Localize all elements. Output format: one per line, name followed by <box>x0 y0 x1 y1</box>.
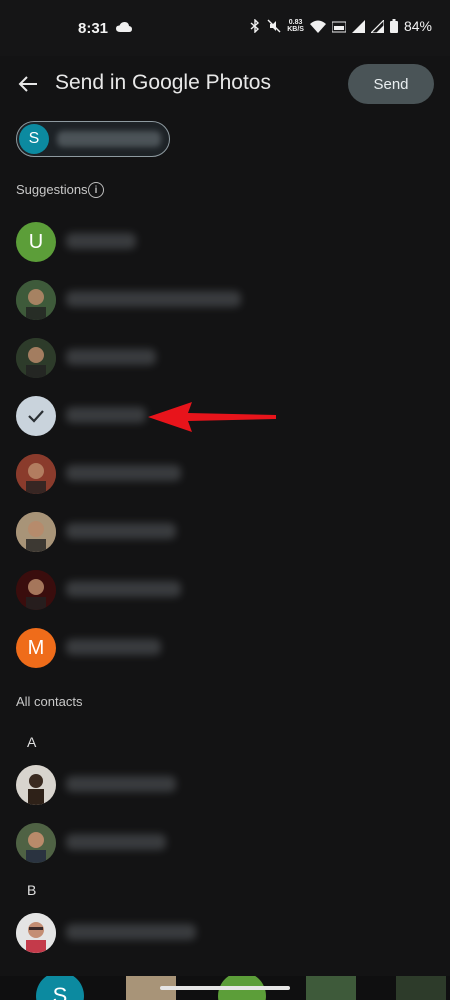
contact-avatar <box>16 823 56 863</box>
suggestion-row[interactable]: U <box>0 213 450 271</box>
contact-avatar <box>16 454 56 494</box>
section-letter-b: B <box>27 882 37 898</box>
contact-row[interactable] <box>0 904 450 962</box>
net-speed-value: 0.83 <box>288 19 303 26</box>
strip-avatar <box>306 976 356 1000</box>
signal-icon <box>351 19 365 33</box>
contact-avatar: M <box>16 628 56 668</box>
gesture-nav-bar[interactable] <box>160 986 290 990</box>
contact-row[interactable] <box>0 814 450 872</box>
annotation-arrow-icon <box>148 402 276 432</box>
cloud-icon <box>116 22 132 32</box>
contact-name-redacted <box>66 465 181 481</box>
contact-name-redacted <box>66 834 166 850</box>
suggestion-row[interactable] <box>0 445 450 503</box>
selected-check-avatar <box>16 396 56 436</box>
back-button[interactable] <box>14 70 42 98</box>
net-speed-unit: KB/S <box>287 26 304 33</box>
contact-avatar <box>16 338 56 378</box>
contact-name-redacted <box>66 776 176 792</box>
strip-avatar: S <box>36 976 84 1000</box>
contact-name-redacted <box>66 523 176 539</box>
status-time: 8:31 <box>78 20 109 37</box>
contact-name-redacted <box>66 924 196 940</box>
info-icon[interactable]: i <box>88 182 104 198</box>
check-icon <box>28 410 44 423</box>
suggestions-label: Suggestions <box>16 182 88 197</box>
arrow-back-icon <box>18 76 37 92</box>
suggestion-row[interactable] <box>0 503 450 561</box>
contact-name-redacted <box>66 349 156 365</box>
contact-avatar <box>16 913 56 953</box>
contact-avatar <box>16 512 56 552</box>
status-icons: 0.83 KB/S 84% <box>249 18 432 34</box>
suggestion-row[interactable] <box>0 271 450 329</box>
page-title: Send in Google Photos <box>55 71 271 94</box>
lte-icon <box>331 21 346 32</box>
battery-icon <box>389 19 398 33</box>
section-letter-a: A <box>27 734 37 750</box>
wifi-icon <box>309 20 326 33</box>
contact-name-redacted <box>66 291 241 307</box>
chip-name-redacted <box>57 131 161 147</box>
contact-name-redacted <box>66 639 161 655</box>
bluetooth-icon <box>250 19 260 33</box>
suggestion-row[interactable] <box>0 329 450 387</box>
recipient-chip[interactable]: S <box>16 121 170 157</box>
contact-avatar <box>16 765 56 805</box>
contact-name-redacted <box>66 407 146 423</box>
vibrate-off-icon <box>267 19 281 33</box>
suggestion-row[interactable] <box>0 561 450 619</box>
contact-avatar: U <box>16 222 56 262</box>
chip-avatar: S <box>19 124 49 154</box>
contact-row[interactable] <box>0 756 450 814</box>
net-speed: 0.83 KB/S <box>287 19 304 33</box>
contact-avatar <box>16 570 56 610</box>
all-contacts-label: All contacts <box>16 694 83 709</box>
contact-name-redacted <box>66 233 136 249</box>
signal-icon-2 <box>370 19 384 33</box>
strip-avatar <box>396 976 446 1000</box>
battery-percent: 84% <box>403 18 432 34</box>
contact-name-redacted <box>66 581 181 597</box>
suggestion-row[interactable]: M <box>0 619 450 677</box>
contact-avatar <box>16 280 56 320</box>
send-button[interactable]: Send <box>348 64 434 104</box>
